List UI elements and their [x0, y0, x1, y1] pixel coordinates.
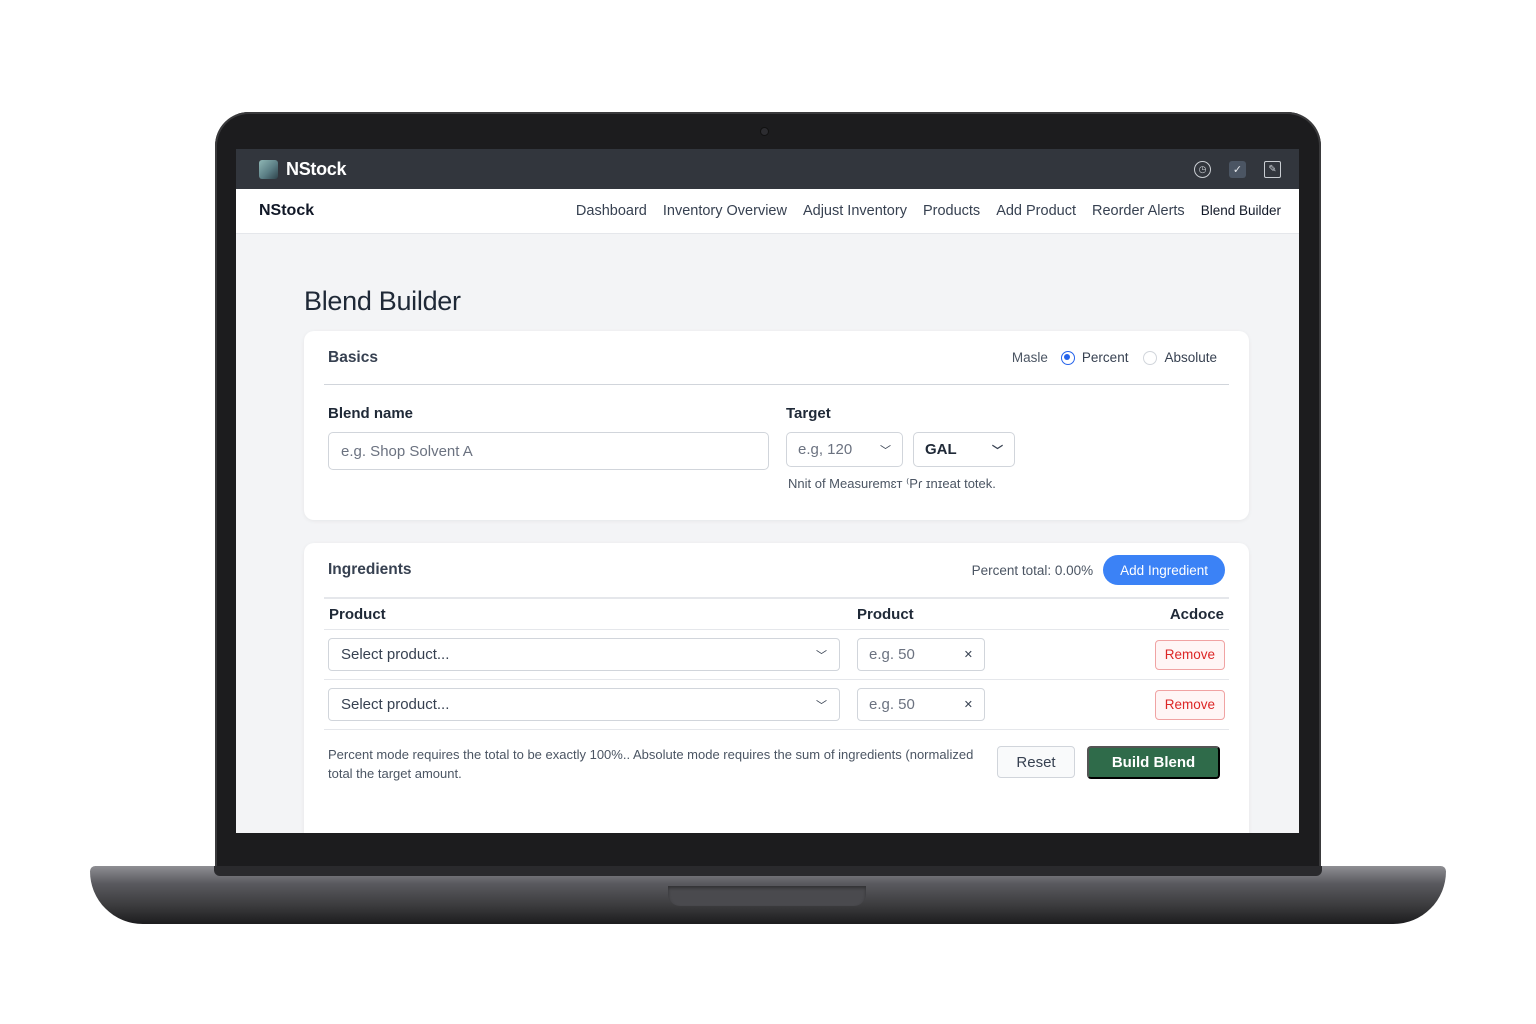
nstock-logo-icon: [259, 159, 278, 179]
target-field: Target e.g, 120 ﹀ GAL ﹀ Nnit of Measurem…: [786, 405, 1015, 492]
mode-absolute-radio[interactable]: [1143, 350, 1158, 365]
ingredients-table-header: Product Product Acdoce: [324, 597, 1229, 630]
table-row: Select product... ﹀ e.g. 50 ✕ Remove: [324, 680, 1229, 730]
table-row: Select product... ﹀ e.g. 50 ✕ Remove: [324, 630, 1229, 680]
quantity-placeholder: e.g. 50: [869, 646, 915, 663]
basics-title: Basics: [328, 348, 378, 366]
blend-name-label: Blend name: [328, 405, 414, 422]
titlebar-icons: ◷ ✓ ✎: [1194, 160, 1281, 178]
clear-icon[interactable]: ✕: [964, 648, 973, 661]
product-select[interactable]: Select product... ﹀: [328, 688, 840, 721]
column-header-product: Product: [329, 605, 386, 623]
nav-link-add-product[interactable]: Add Product: [996, 203, 1076, 219]
ingredients-footer: Percent mode requires the total to be ex…: [324, 730, 1229, 783]
blend-name-field: Blend name e.g. Shop Solvent A: [328, 405, 786, 492]
screen: NStock ◷ ✓ ✎ NStock Dashboard Inventory …: [236, 149, 1299, 833]
mode-percent-label[interactable]: Percent: [1082, 350, 1129, 365]
add-ingredient-button[interactable]: Add Ingredient: [1103, 555, 1225, 585]
mode-absolute-label[interactable]: Absolute: [1164, 350, 1217, 365]
quantity-input[interactable]: e.g. 50 ✕: [857, 638, 985, 671]
reset-button[interactable]: Reset: [997, 746, 1075, 778]
target-row: e.g, 120 ﹀ GAL ﹀: [786, 432, 1015, 467]
ingredients-title: Ingredients: [328, 561, 412, 578]
check-icon[interactable]: ✓: [1229, 160, 1246, 178]
chevron-down-icon: ﹀: [880, 444, 891, 457]
blend-name-input[interactable]: e.g. Shop Solvent A: [328, 432, 769, 470]
unit-value: GAL: [925, 441, 957, 458]
webcam: [761, 128, 768, 135]
remove-button[interactable]: Remove: [1154, 639, 1225, 670]
basics-fields: Blend name e.g. Shop Solvent A Target e.…: [324, 385, 1229, 492]
nav-link-inventory-overview[interactable]: Inventory Overview: [663, 203, 787, 219]
chevron-down-icon: ﹀: [992, 444, 1003, 457]
nav-link-blend-builder[interactable]: Blend Builder: [1201, 203, 1281, 219]
nav-link-dashboard[interactable]: Dashboard: [576, 203, 647, 219]
build-blend-button[interactable]: Build Blend: [1087, 746, 1220, 779]
main-content: Blend Builder Basics Masle Percent Absol…: [304, 286, 1249, 833]
basics-header: Basics Masle Percent Absolute: [324, 331, 1229, 385]
target-label: Target: [786, 405, 831, 422]
nav-link-products[interactable]: Products: [923, 203, 980, 219]
app-name: NStock: [286, 158, 347, 179]
column-header-action: Acdoce: [1169, 605, 1224, 623]
remove-button[interactable]: Remove: [1154, 689, 1225, 720]
mode-radio-group: Masle Percent Absolute: [1012, 350, 1225, 365]
unit-help-text: Nnit of Measuremɛт ⁽Pɾ ɪnɪeat totek.: [788, 476, 996, 491]
clear-icon[interactable]: ✕: [964, 698, 973, 711]
product-select-placeholder: Select product...: [341, 646, 450, 663]
percent-total: Percent total: 0.00%: [971, 562, 1094, 578]
nav-link-adjust-inventory[interactable]: Adjust Inventory: [803, 203, 907, 219]
mode-footnote: Percent mode requires the total to be ex…: [328, 747, 974, 781]
laptop-notch: [668, 886, 866, 906]
target-amount-select[interactable]: e.g, 120 ﹀: [786, 432, 903, 467]
chevron-down-icon: ﹀: [816, 649, 827, 662]
mode-percent-radio[interactable]: [1060, 350, 1075, 365]
app-titlebar: NStock ◷ ✓ ✎: [236, 149, 1299, 189]
laptop-hinge: [214, 866, 1322, 876]
top-navbar: NStock Dashboard Inventory Overview Adju…: [236, 189, 1299, 234]
page-title: Blend Builder: [304, 286, 461, 316]
nav-links: Dashboard Inventory Overview Adjust Inve…: [576, 203, 1281, 219]
quantity-placeholder: e.g. 50: [869, 696, 915, 713]
ingredients-card: Ingredients Percent total: 0.00% Add Ing…: [304, 543, 1249, 833]
basics-card: Basics Masle Percent Absolute Blend name…: [304, 331, 1249, 520]
chevron-down-icon: ﹀: [816, 699, 827, 712]
clock-icon[interactable]: ◷: [1194, 160, 1211, 178]
product-select-placeholder: Select product...: [341, 696, 450, 713]
ingredients-header: Ingredients Percent total: 0.00% Add Ing…: [324, 543, 1229, 597]
column-header-quantity: Product: [857, 605, 914, 623]
product-select[interactable]: Select product... ﹀: [328, 638, 840, 671]
quantity-input[interactable]: e.g. 50 ✕: [857, 688, 985, 721]
mode-label: Masle: [1011, 350, 1048, 365]
unit-select[interactable]: GAL ﹀: [913, 432, 1015, 467]
brand[interactable]: NStock: [259, 202, 314, 220]
nav-link-reorder-alerts[interactable]: Reorder Alerts: [1092, 203, 1185, 219]
target-amount-placeholder: e.g, 120: [798, 441, 853, 458]
document-icon[interactable]: ✎: [1264, 160, 1281, 178]
